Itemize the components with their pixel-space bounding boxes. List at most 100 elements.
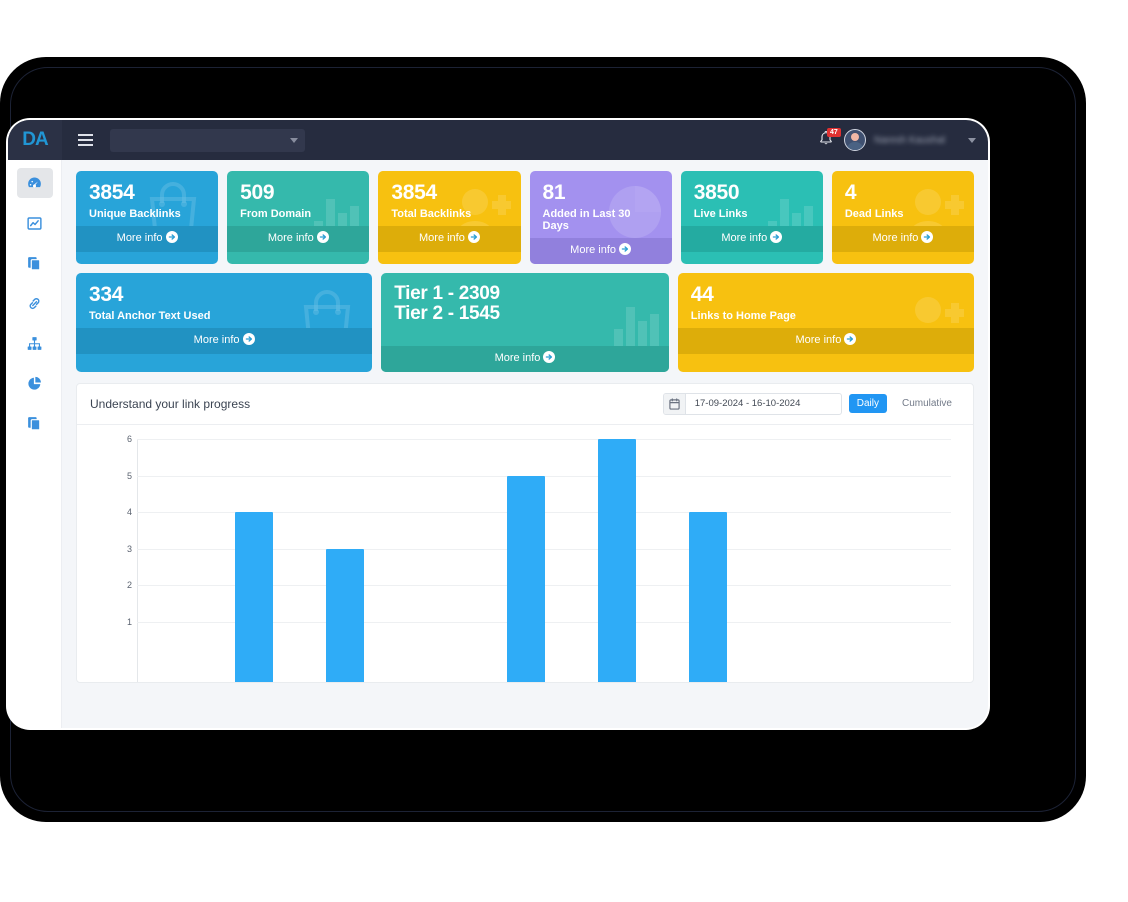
notifications-button[interactable]: 47 bbox=[818, 128, 841, 150]
more-info-label: More info bbox=[193, 334, 240, 347]
link-progress-panel: Understand your link progress 17-09-2024… bbox=[76, 382, 974, 683]
arrow-right-circle-icon bbox=[165, 231, 178, 244]
stat-card-body: 4 Dead Links bbox=[832, 171, 974, 226]
bar[interactable] bbox=[598, 438, 636, 682]
more-info-label: More info bbox=[872, 232, 919, 245]
stat-card-more-info-button[interactable]: More info bbox=[76, 226, 219, 253]
more-info-label: More info bbox=[795, 334, 842, 347]
bar[interactable] bbox=[507, 475, 546, 682]
stat-cards-row-2: 334 Total Anchor Text Used More info Tier 1… bbox=[76, 273, 974, 372]
stat-card-body: 3854 Unique Backlinks bbox=[76, 171, 218, 226]
stat-card-label bbox=[394, 328, 656, 340]
sidebar-item-links[interactable] bbox=[17, 288, 53, 318]
more-info-label: More info bbox=[721, 232, 768, 245]
stat-card-more-info-button[interactable]: More info bbox=[831, 226, 975, 253]
arrow-right-circle-icon bbox=[543, 350, 556, 363]
y-axis-tick-label: 5 bbox=[126, 470, 132, 481]
stat-card[interactable]: 81 Added in Last 30 Days More info bbox=[529, 171, 672, 265]
arrow-right-circle-icon bbox=[619, 243, 632, 256]
y-axis-tick-label: 2 bbox=[126, 580, 132, 591]
stat-card[interactable]: 3850 Live Links More info bbox=[680, 171, 823, 265]
stat-card-label: Unique Backlinks bbox=[89, 208, 181, 221]
stat-card-label: Links to Home Page bbox=[690, 310, 796, 323]
arrow-right-circle-icon bbox=[543, 350, 556, 366]
stat-card[interactable]: 4 Dead Links More info bbox=[831, 171, 975, 265]
arrow-right-circle-icon bbox=[316, 231, 329, 246]
arrow-right-circle-icon bbox=[844, 333, 857, 346]
more-info-label: More info bbox=[267, 232, 314, 245]
logo-text: DA bbox=[22, 129, 48, 150]
bar[interactable] bbox=[234, 512, 273, 682]
stat-card-more-info-button[interactable]: More info bbox=[381, 345, 669, 372]
avatar[interactable] bbox=[844, 129, 866, 151]
stat-card-more-info-button[interactable]: More info bbox=[677, 328, 974, 355]
stat-cards-row-1: 3854 Unique Backlinks More info 509 From Dom… bbox=[76, 171, 975, 265]
stat-card-value: 509 bbox=[240, 181, 275, 204]
stat-card-value: 81 bbox=[542, 181, 566, 204]
arrow-right-circle-icon bbox=[242, 333, 255, 346]
bar[interactable] bbox=[688, 512, 727, 682]
more-info-label: More info bbox=[570, 244, 617, 257]
copy-files-icon bbox=[28, 256, 41, 270]
stat-card[interactable]: Tier 1 - 2309 Tier 2 - 1545 More info bbox=[381, 273, 669, 372]
stat-card-more-info-button[interactable]: More info bbox=[76, 328, 373, 355]
stat-card-value-secondary: Tier 2 - 1545 bbox=[394, 302, 500, 324]
stat-card-label: Total Anchor Text Used bbox=[89, 310, 211, 323]
more-info-label: More info bbox=[419, 232, 465, 245]
menu-icon-bar bbox=[78, 139, 93, 141]
avatar-head bbox=[851, 133, 859, 141]
calendar-icon[interactable] bbox=[663, 393, 686, 414]
sidebar-item-analytics[interactable] bbox=[17, 368, 53, 398]
arrow-right-circle-icon bbox=[921, 231, 934, 246]
date-range-picker[interactable]: 17-09-2024 - 16-10-2024 bbox=[662, 392, 842, 415]
chevron-down-icon bbox=[290, 137, 298, 143]
sidebar-item-dashboard[interactable] bbox=[16, 168, 53, 198]
stat-card-more-info-button[interactable]: More info bbox=[378, 226, 521, 253]
app-logo[interactable]: DA bbox=[8, 120, 62, 160]
chart-controls: 17-09-2024 - 16-10-2024 Daily Cumulative bbox=[662, 392, 960, 415]
stat-card-more-info-button[interactable]: More info bbox=[529, 238, 672, 265]
stat-card-label: Dead Links bbox=[844, 208, 904, 221]
stat-card-value: 3850 bbox=[693, 181, 740, 204]
stat-card-body: Tier 1 - 2309 Tier 2 - 1545 bbox=[381, 273, 669, 346]
pie-chart-icon bbox=[28, 376, 41, 390]
chevron-down-icon[interactable] bbox=[968, 137, 976, 143]
arrow-right-circle-icon bbox=[921, 231, 934, 244]
stat-card[interactable]: 334 Total Anchor Text Used More info bbox=[76, 273, 373, 372]
stat-card-value: 334 bbox=[89, 283, 124, 307]
stat-card[interactable]: 509 From Domain More info bbox=[227, 171, 370, 265]
notification-badge: 47 bbox=[827, 128, 841, 137]
stat-card-more-info-button[interactable]: More info bbox=[680, 226, 823, 253]
menu-icon[interactable] bbox=[78, 134, 93, 146]
stat-card-value: 3854 bbox=[391, 181, 437, 204]
stat-card-value: Tier 1 - 2309 bbox=[394, 283, 500, 305]
stat-card[interactable]: 44 Links to Home Page More info bbox=[677, 273, 974, 372]
stat-card-more-info-button[interactable]: More info bbox=[227, 226, 370, 253]
sidebar-item-documents[interactable] bbox=[17, 248, 53, 278]
menu-icon-bar bbox=[78, 144, 93, 146]
chart-line-icon bbox=[27, 216, 42, 230]
y-axis-tick-label: 4 bbox=[126, 507, 132, 518]
toggle-daily-button[interactable]: Daily bbox=[848, 394, 887, 414]
stat-card-body: 509 From Domain bbox=[227, 171, 369, 226]
stat-card[interactable]: 3854 Unique Backlinks More info bbox=[76, 171, 219, 265]
y-axis-tick-label: 1 bbox=[126, 616, 132, 627]
stat-card[interactable]: 3854 Total Backlinks More info bbox=[378, 171, 521, 265]
arrow-right-circle-icon bbox=[316, 231, 329, 244]
bar[interactable] bbox=[325, 548, 364, 682]
topbar: DA 47 Naresh Kaushal bbox=[8, 120, 988, 160]
toggle-cumulative-button[interactable]: Cumulative bbox=[894, 394, 960, 413]
bar-chart[interactable]: 1 2 3 4 5 6 bbox=[77, 425, 973, 682]
plot-area: 1 2 3 4 5 6 bbox=[115, 434, 951, 682]
sidebar bbox=[8, 160, 62, 728]
arrow-right-circle-icon bbox=[242, 333, 255, 348]
stat-card-body: 44 Links to Home Page bbox=[678, 273, 974, 328]
stat-card-body: 334 Total Anchor Text Used bbox=[76, 273, 372, 328]
device-screen: DA 47 Naresh Kaushal 3854 Unique Backlin… bbox=[8, 120, 988, 728]
sidebar-item-reports[interactable] bbox=[17, 208, 53, 238]
sidebar-item-sitemap[interactable] bbox=[17, 328, 53, 358]
sidebar-item-archive[interactable] bbox=[17, 408, 53, 438]
topbar-right-group: 47 Naresh Kaushal bbox=[818, 128, 988, 151]
project-select[interactable] bbox=[110, 128, 305, 152]
speedometer-icon bbox=[28, 177, 41, 188]
